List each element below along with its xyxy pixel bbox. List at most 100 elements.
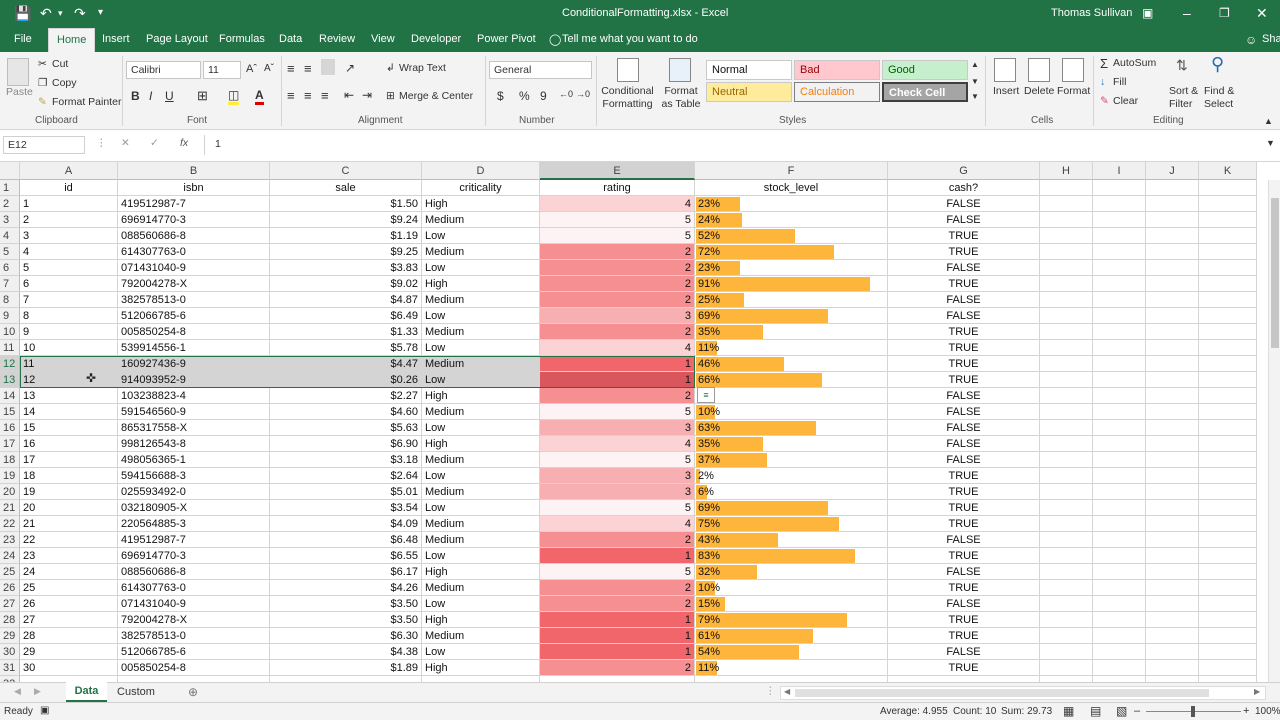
decrease-indent-icon[interactable]: ⇤ [344,88,354,102]
cell-rating[interactable]: 2 [540,532,695,548]
cell-empty[interactable] [1146,292,1199,308]
cell-empty[interactable] [1093,612,1146,628]
tab-insert[interactable]: Insert [102,33,130,45]
cell-cash[interactable]: FALSE [888,436,1040,452]
cell-id[interactable]: 29 [20,644,118,660]
vertical-scroll-thumb[interactable] [1271,198,1279,348]
cell-empty[interactable] [1146,356,1199,372]
cell-empty[interactable] [1093,644,1146,660]
cell-sale[interactable]: $5.78 [270,340,422,356]
tell-me-search[interactable]: Tell me what you want to do [562,33,698,45]
cell-empty[interactable] [1040,404,1093,420]
header-cell-stock_level[interactable]: stock_level [695,180,888,196]
row-header[interactable]: 26 [0,580,20,596]
cell-id[interactable]: 28 [20,628,118,644]
zoom-slider-thumb[interactable] [1191,706,1195,717]
cell-cash[interactable]: FALSE [888,404,1040,420]
cell-empty[interactable] [1040,516,1093,532]
cell-empty[interactable] [1199,580,1257,596]
cell-id[interactable]: 22 [20,532,118,548]
find-icon[interactable]: ⚲ [1211,54,1224,75]
format-cells-button[interactable]: Format [1057,85,1090,97]
align-middle-icon[interactable]: ≡ [304,61,312,76]
tab-formulas[interactable]: Formulas [219,33,265,45]
cell-stock-level[interactable]: 83% [695,548,888,564]
column-header-b[interactable]: B [118,162,270,180]
cell-empty[interactable] [1040,292,1093,308]
sigma-icon[interactable]: Σ [1100,56,1108,71]
cell-id[interactable]: 6 [20,276,118,292]
cell-stock-level[interactable]: 46% [695,356,888,372]
cell-criticality[interactable]: High [422,564,540,580]
cell-cash[interactable]: TRUE [888,244,1040,260]
user-name[interactable]: Thomas Sullivan [1051,7,1132,19]
cell-isbn[interactable]: 792004278-X [118,276,270,292]
cancel-entry-icon[interactable]: ✕ [121,137,130,149]
cell-empty[interactable] [1040,484,1093,500]
font-name-box[interactable]: Calibri [126,61,201,79]
prev-sheet-icon[interactable]: ◀ [14,686,21,697]
cell-stock-level[interactable]: 6% [695,484,888,500]
increase-indent-icon[interactable]: ⇥ [362,88,372,102]
cell-rating[interactable]: 3 [540,420,695,436]
cell-sale[interactable]: $4.87 [270,292,422,308]
formula-input[interactable]: 1 [215,138,221,150]
cell-empty[interactable] [1146,244,1199,260]
cell-stock-level[interactable]: 69% [695,308,888,324]
zoom-in-icon[interactable]: + [1243,705,1249,717]
cell-isbn[interactable]: 539914556-1 [118,340,270,356]
font-color-icon[interactable]: A [255,88,264,105]
header-cell-sale[interactable]: sale [270,180,422,196]
cell-empty[interactable] [1146,500,1199,516]
cell-id[interactable]: 30 [20,660,118,676]
sort-filter-icon[interactable]: ⇅ [1176,57,1188,74]
status-count[interactable]: Count: 10 [953,706,996,717]
cell-empty[interactable] [1040,452,1093,468]
cell-empty[interactable] [1040,388,1093,404]
cell-empty[interactable] [1040,228,1093,244]
cell-sale[interactable]: $3.54 [270,500,422,516]
cell-rating[interactable]: 4 [540,196,695,212]
cell-criticality[interactable]: Low [422,228,540,244]
cell-cash[interactable]: FALSE [888,420,1040,436]
brush-icon[interactable]: ✎ [38,96,47,108]
cell-criticality[interactable]: Medium [422,324,540,340]
cell-empty[interactable] [1199,452,1257,468]
cell-stock-level[interactable]: ≡ [695,387,888,404]
page-break-view-icon[interactable]: ▧ [1116,704,1127,718]
cell-stock-level[interactable]: 79% [695,612,888,628]
cell-empty[interactable] [1093,516,1146,532]
font-size-box[interactable]: 11 [203,61,241,79]
cell-stock-level[interactable]: 23% [695,260,888,276]
row-header[interactable]: 25 [0,564,20,580]
cell-empty[interactable] [1040,596,1093,612]
cell-id[interactable]: 18 [20,468,118,484]
customize-toolbar-icon[interactable]: ▾ [98,5,103,21]
cell-stock-level[interactable]: 23% [695,196,888,212]
cell-criticality[interactable]: Medium [422,292,540,308]
header-cell-rating[interactable]: rating [540,180,695,196]
cell-empty[interactable] [1146,228,1199,244]
cell-cash[interactable]: TRUE [888,628,1040,644]
cell-id[interactable]: 21 [20,516,118,532]
cell-empty[interactable] [1146,340,1199,356]
paste-button[interactable]: Paste [6,86,33,98]
normal-view-icon[interactable]: ▦ [1063,704,1074,718]
cell-id[interactable]: 10 [20,340,118,356]
format-cells-icon[interactable] [1062,58,1084,82]
cell-empty[interactable] [1199,244,1257,260]
sheet-tab-data[interactable]: Data [66,682,107,702]
cell-sale[interactable]: $2.27 [270,388,422,404]
cell-isbn[interactable]: 419512987-7 [118,196,270,212]
tab-review[interactable]: Review [319,33,355,45]
row-header[interactable]: 31 [0,660,20,676]
cell-sale[interactable]: $4.60 [270,404,422,420]
clear-button[interactable]: Clear [1113,95,1138,107]
cell-sale[interactable]: $9.02 [270,276,422,292]
cell-empty[interactable] [1040,420,1093,436]
cell-empty[interactable] [1146,516,1199,532]
cell-criticality[interactable]: Low [422,308,540,324]
cell-criticality[interactable]: Medium [422,484,540,500]
cell-id[interactable]: 15 [20,420,118,436]
cell-isbn[interactable]: 614307763-0 [118,244,270,260]
